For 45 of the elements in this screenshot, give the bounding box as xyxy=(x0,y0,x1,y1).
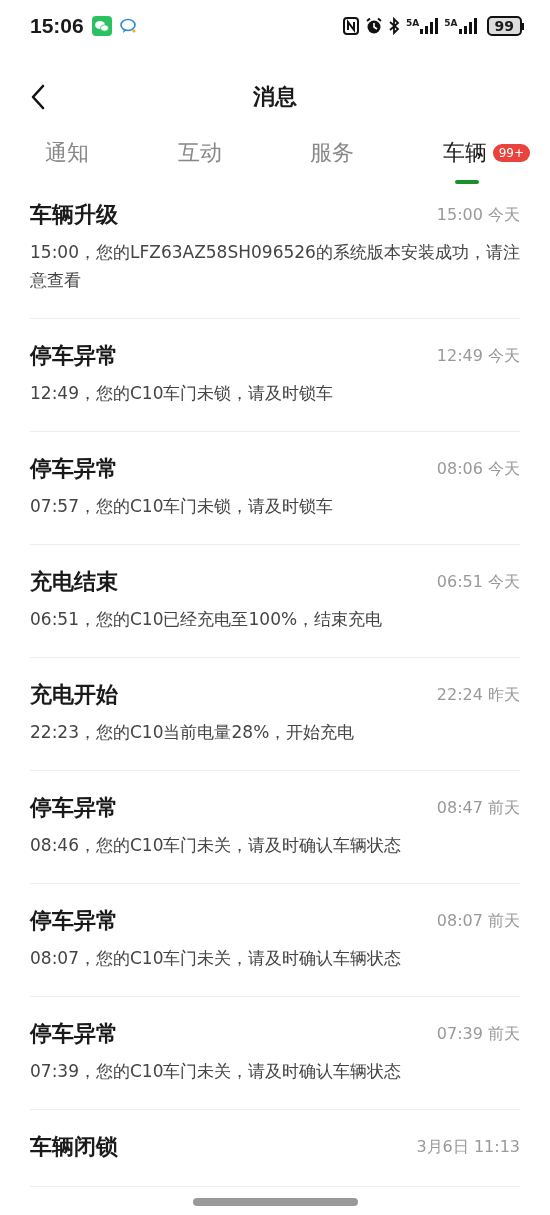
message-title: 充电开始 xyxy=(30,681,118,709)
tab-indicator xyxy=(454,180,479,184)
network-label: 5A xyxy=(406,18,420,28)
message-text: 15:00，您的LFZ63AZ58SH096526的系统版本安装成功，请注意查看 xyxy=(30,241,520,292)
message-time: 22:24 昨天 xyxy=(436,684,520,706)
signal-icon xyxy=(420,18,439,34)
message-text: 12:49，您的C10车门未锁，请及时锁车 xyxy=(30,382,335,405)
message-time: 06:51 今天 xyxy=(436,571,520,593)
message-title: 停车异常 xyxy=(30,342,118,370)
message-text: 07:57，您的C10车门未锁，请及时锁车 xyxy=(30,495,335,518)
tab[interactable]: 车辆 xyxy=(442,138,487,168)
tab[interactable]: 服务 xyxy=(310,138,355,168)
message-title: 停车异常 xyxy=(30,455,118,483)
tab[interactable]: 互动 xyxy=(177,138,222,168)
message-text: 08:07，您的C10车门未关，请及时确认车辆状态 xyxy=(30,947,403,970)
message-text: 08:46，您的C10车门未关，请及时确认车辆状态 xyxy=(30,834,403,857)
page-title: 消息 xyxy=(253,83,297,111)
message-title: 停车异常 xyxy=(30,907,118,935)
message-title: 车辆闭锁 xyxy=(30,1133,118,1161)
speech-bubble-icon xyxy=(117,16,138,36)
battery-indicator: 99 xyxy=(486,16,522,36)
message-title: 车辆升级 xyxy=(30,201,118,229)
message-text: 07:39，您的C10车门未关，请及时确认车辆状态 xyxy=(30,1060,403,1083)
network-label: 5A xyxy=(444,18,458,28)
status-time: 15:06 xyxy=(30,14,84,38)
chat-app-icon xyxy=(91,16,112,36)
tab[interactable]: 通知 xyxy=(45,138,89,168)
message-time: 08:06 今天 xyxy=(436,458,520,480)
message-title: 停车异常 xyxy=(30,1020,118,1048)
message-title: 停车异常 xyxy=(30,794,118,822)
message-time: 07:39 前天 xyxy=(436,1023,520,1045)
back-icon[interactable] xyxy=(30,84,46,110)
message-time: 12:49 今天 xyxy=(436,345,520,367)
message-time: 08:47 前天 xyxy=(436,797,520,819)
message-text: 06:51，您的C10已经充电至100%，结束充电 xyxy=(30,608,384,631)
message-time: 3月6日 11:13 xyxy=(416,1136,520,1158)
nfc-icon xyxy=(343,17,360,35)
message-time: 08:07 前天 xyxy=(436,910,520,932)
message-text: 22:23，您的C10当前电量28%，开始充电 xyxy=(30,721,356,744)
alarm-icon xyxy=(365,17,384,35)
count-badge: 99+ xyxy=(492,144,530,162)
bluetooth-icon xyxy=(389,17,401,35)
message-time: 15:00 今天 xyxy=(436,204,520,226)
message-title: 充电结束 xyxy=(30,568,118,596)
signal-icon xyxy=(458,18,477,34)
